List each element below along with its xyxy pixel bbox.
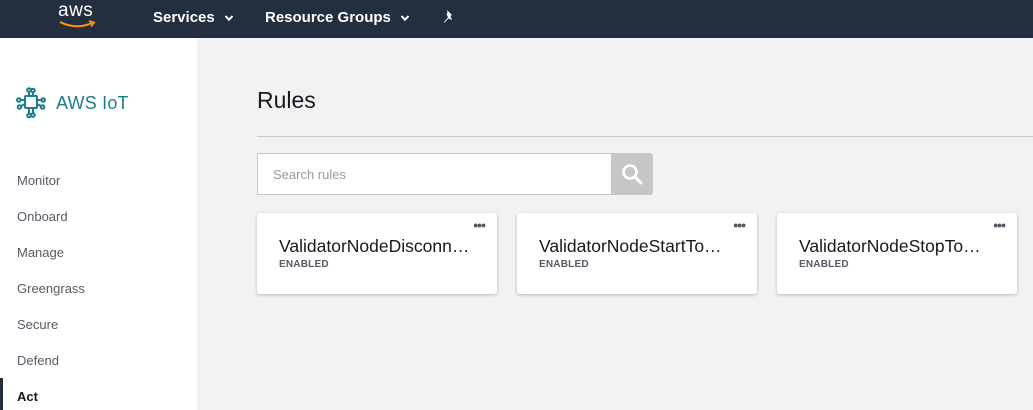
page-title: Rules: [257, 87, 316, 113]
rule-status: ENABLED: [799, 259, 849, 270]
rule-card[interactable]: ••• ValidatorNodeStartTo… ENABLED: [517, 213, 757, 294]
top-navbar: aws Services Resource Groups: [0, 0, 1033, 38]
rule-card[interactable]: ••• ValidatorNodeStopTo… ENABLED: [777, 213, 1017, 294]
service-brand[interactable]: AWS IoT: [16, 87, 129, 119]
search-button[interactable]: [611, 153, 653, 195]
services-menu[interactable]: Services: [153, 9, 234, 26]
aws-smile-icon: [59, 20, 96, 28]
sidebar-item-act[interactable]: Act: [17, 389, 38, 404]
resource-groups-menu[interactable]: Resource Groups: [265, 9, 410, 26]
services-label: Services: [153, 9, 215, 26]
active-indicator: [0, 378, 3, 410]
sidebar-item-defend[interactable]: Defend: [17, 353, 59, 368]
pin-icon[interactable]: [441, 9, 457, 27]
title-divider: [257, 136, 1033, 137]
sidebar-item-onboard[interactable]: Onboard: [17, 209, 68, 224]
chevron-down-icon: [224, 14, 233, 21]
search-icon: [622, 164, 643, 185]
sidebar-item-secure[interactable]: Secure: [17, 317, 58, 332]
more-options-icon[interactable]: •••: [733, 218, 746, 232]
iot-brand-icon: [16, 87, 46, 119]
more-options-icon[interactable]: •••: [473, 218, 486, 232]
rule-status: ENABLED: [539, 259, 589, 270]
more-options-icon[interactable]: •••: [993, 218, 1006, 232]
aws-logo-text: aws: [58, 0, 94, 21]
sidebar: AWS IoT Monitor Onboard Manage Greengras…: [0, 38, 197, 410]
rule-status: ENABLED: [279, 259, 329, 270]
service-brand-name: AWS IoT: [56, 92, 129, 113]
sidebar-item-greengrass[interactable]: Greengrass: [17, 281, 85, 296]
sidebar-item-monitor[interactable]: Monitor: [17, 173, 60, 188]
search-rules-input[interactable]: [257, 153, 612, 195]
aws-logo[interactable]: aws: [56, 0, 102, 38]
sidebar-item-manage[interactable]: Manage: [17, 245, 64, 260]
rule-name: ValidatorNodeDisconn…: [279, 236, 470, 256]
rule-name: ValidatorNodeStartTo…: [539, 236, 722, 256]
resource-groups-label: Resource Groups: [265, 9, 391, 26]
chevron-down-icon: [400, 14, 410, 21]
rule-name: ValidatorNodeStopTo…: [799, 236, 981, 256]
rule-card[interactable]: ••• ValidatorNodeDisconn… ENABLED: [257, 213, 497, 294]
